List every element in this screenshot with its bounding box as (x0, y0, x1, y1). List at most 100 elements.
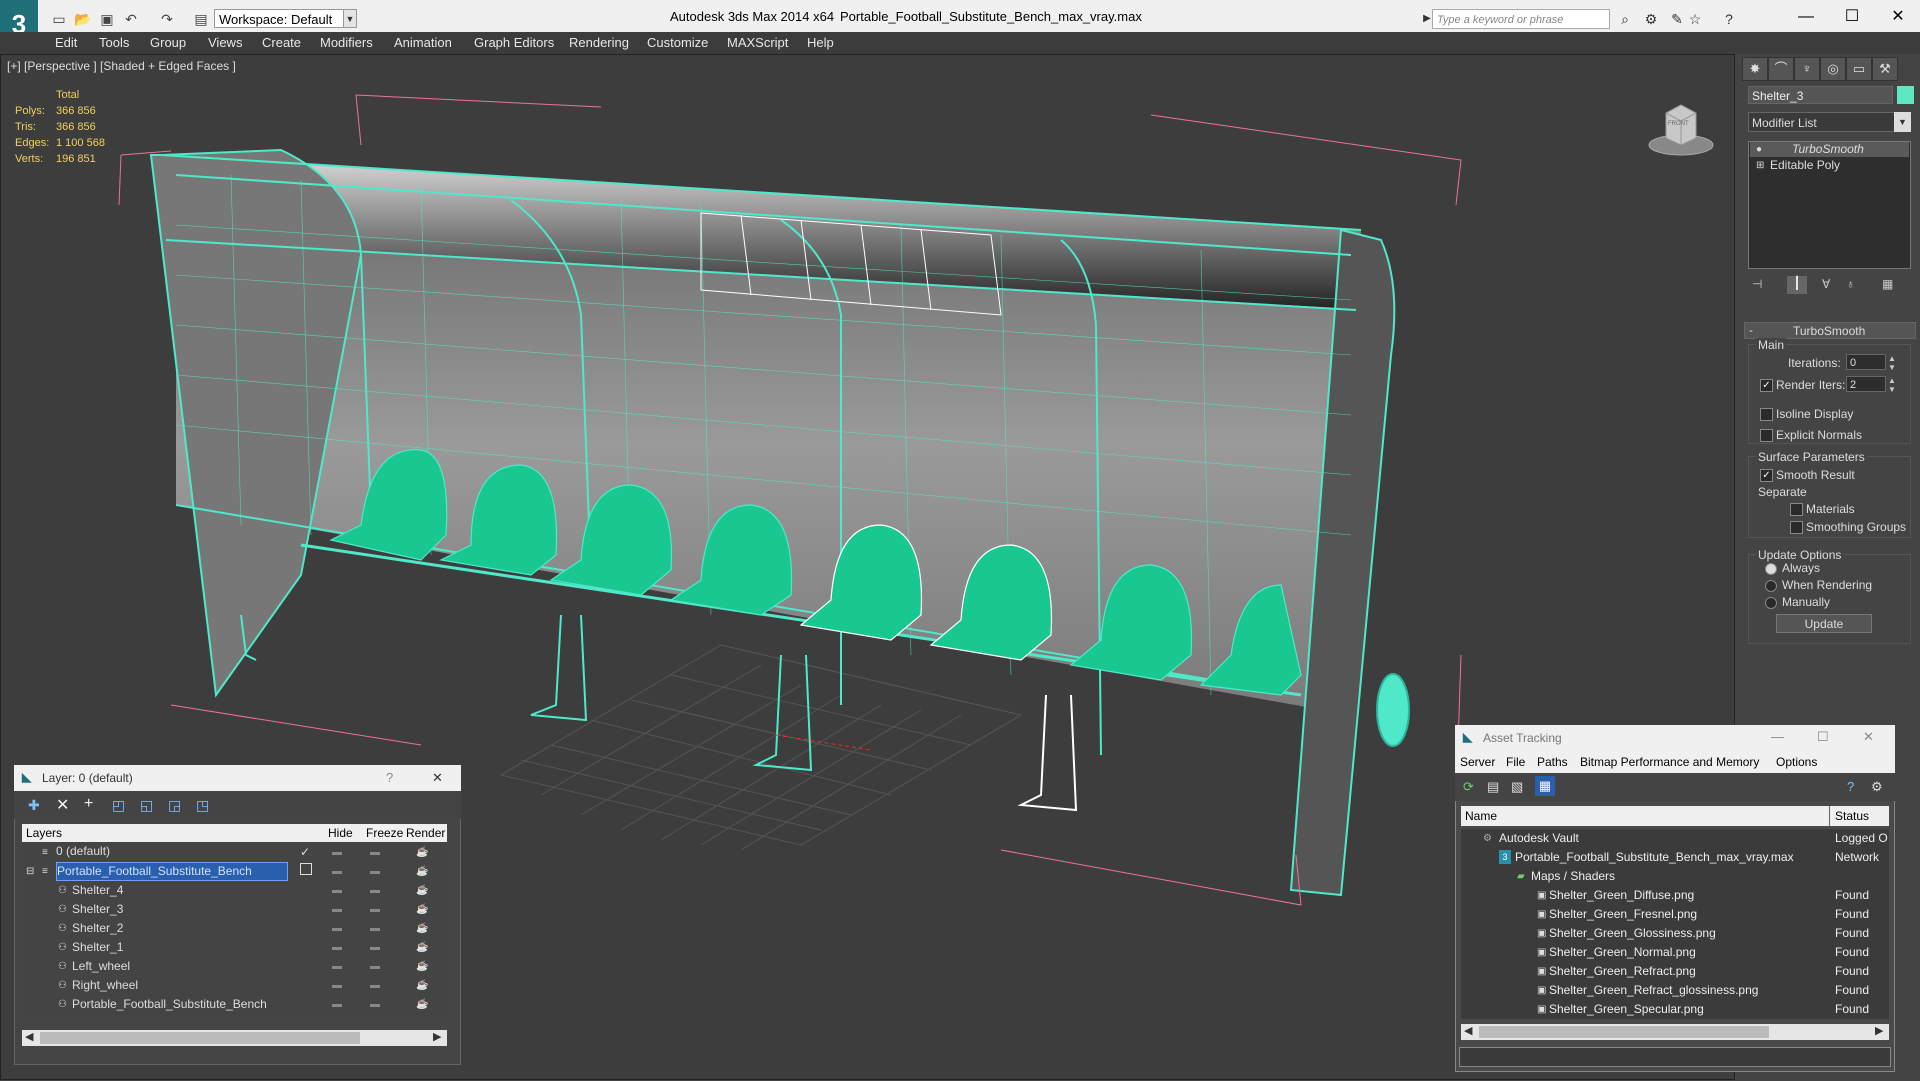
workspace-dropdown[interactable]: Workspace: Default (214, 9, 354, 28)
render-teapot-icon[interactable]: ☕ (416, 938, 428, 957)
render-teapot-icon[interactable]: ☕ (416, 995, 428, 1014)
asset-row[interactable]: ▣ Shelter_Green_Glossiness.png Found (1461, 924, 1889, 943)
hide-toggle-icon[interactable]: ▬ (332, 976, 342, 995)
menu-graph-editors[interactable]: Graph Editors (474, 35, 554, 50)
minimize-window-icon[interactable]: — (1786, 4, 1826, 30)
viewcube[interactable]: FRONT (1646, 93, 1716, 163)
render-iters-checkbox[interactable]: ✓ (1760, 379, 1773, 392)
create-tab-icon[interactable]: ✸ (1742, 57, 1768, 81)
hide-toggle-icon[interactable]: ▬ (332, 862, 342, 881)
menu-tools[interactable]: Tools (99, 35, 129, 50)
motion-tab-icon[interactable]: ◎ (1820, 57, 1846, 81)
asset-menu-options[interactable]: Options (1776, 755, 1817, 769)
communication-icon[interactable]: ✎ (1668, 10, 1686, 28)
render-teapot-icon[interactable]: ☕ (416, 976, 428, 995)
asset-row[interactable]: ▰ Maps / Shaders (1461, 867, 1889, 886)
maximize-window-icon[interactable]: ☐ (1817, 729, 1829, 745)
new-layer-icon[interactable]: ✚ (28, 797, 40, 814)
menu-rendering[interactable]: Rendering (569, 35, 629, 50)
render-teapot-icon[interactable]: ☕ (416, 957, 428, 976)
status-column-header[interactable]: Status (1835, 809, 1869, 823)
active-layer-check-icon[interactable]: ✓ (300, 843, 310, 862)
asset-row[interactable]: ▣ Shelter_Green_Specular.png Found (1461, 1000, 1889, 1019)
hide-toggle-icon[interactable]: ▬ (332, 938, 342, 957)
show-end-result-icon[interactable]: ┃ (1787, 276, 1807, 294)
chevron-down-icon[interactable]: ▼ (1894, 112, 1911, 132)
layer-object-row[interactable]: ⚇ Shelter_3 ▬ ▬ ☕ (22, 900, 447, 919)
horizontal-scrollbar[interactable]: ◀ ▶ (1461, 1024, 1889, 1040)
make-unique-icon[interactable]: ∀ (1822, 277, 1838, 293)
help-icon[interactable]: ? (386, 770, 393, 785)
project-folder-icon[interactable]: ▤ (192, 10, 210, 28)
asset-menu-server[interactable]: Server (1460, 755, 1495, 769)
freeze-toggle-icon[interactable]: ▬ (370, 938, 380, 957)
asset-menu-paths[interactable]: Paths (1537, 755, 1568, 769)
layer-object-row[interactable]: ⚇ Left_wheel ▬ ▬ ☕ (22, 957, 447, 976)
utilities-tab-icon[interactable]: ⚒ (1872, 57, 1898, 81)
layer-row[interactable]: ≡ 0 (default) ✓ ▬ ▬ ☕ (22, 843, 447, 862)
layer-object-row[interactable]: ⚇ Shelter_4 ▬ ▬ ☕ (22, 881, 447, 900)
hide-toggle-icon[interactable]: ▬ (332, 843, 342, 862)
freeze-toggle-icon[interactable]: ▬ (370, 957, 380, 976)
freeze-toggle-icon[interactable]: ▬ (370, 976, 380, 995)
freeze-toggle-icon[interactable]: ▬ (370, 862, 380, 881)
hide-toggle-icon[interactable]: ▬ (332, 900, 342, 919)
column-divider[interactable] (1829, 806, 1830, 826)
layer-row-selected[interactable]: ⊟ ≡ Portable_Football_Substitute_Bench ▬… (22, 862, 447, 881)
expand-plus-icon[interactable]: ⊞ (1756, 158, 1764, 173)
layers-column-header[interactable]: Layers (26, 826, 62, 840)
render-teapot-icon[interactable]: ☕ (416, 881, 428, 900)
menu-views[interactable]: Views (208, 35, 242, 50)
menu-create[interactable]: Create (262, 35, 301, 50)
expand-minus-icon[interactable]: ⊟ (26, 862, 34, 881)
open-file-icon[interactable]: 📂 (74, 10, 92, 28)
update-button[interactable]: Update (1776, 614, 1872, 633)
scroll-left-icon[interactable]: ◀ (25, 1030, 33, 1043)
layer-object-row[interactable]: ⚇ Right_wheel ▬ ▬ ☕ (22, 976, 447, 995)
menu-maxscript[interactable]: MAXScript (727, 35, 788, 50)
menu-help[interactable]: Help (807, 35, 834, 50)
layer-object-row[interactable]: ⚇ Portable_Football_Substitute_Bench ▬ ▬… (22, 995, 447, 1014)
manually-radio[interactable] (1765, 597, 1777, 609)
list-view-icon[interactable]: ▤ (1487, 779, 1499, 795)
close-icon[interactable]: ✕ (1863, 729, 1874, 745)
smooth-result-checkbox[interactable]: ✓ (1760, 469, 1773, 482)
maximize-window-icon[interactable]: ☐ (1832, 4, 1872, 30)
hide-toggle-icon[interactable]: ▬ (332, 919, 342, 938)
asset-menu-file[interactable]: File (1506, 755, 1525, 769)
add-to-layer-icon[interactable]: + (84, 795, 93, 813)
asset-row[interactable]: ▣ Shelter_Green_Refract_glossiness.png F… (1461, 981, 1889, 1000)
asset-row[interactable]: ▣ Shelter_Green_Fresnel.png Found (1461, 905, 1889, 924)
name-column-header[interactable]: Name (1465, 809, 1497, 823)
redo-icon[interactable]: ↷ (158, 10, 176, 28)
spinner-arrows-icon[interactable]: ▲ ▼ (1888, 354, 1896, 372)
favorites-star-icon[interactable]: ☆ (1686, 10, 1704, 28)
turbosmooth-rollout-header[interactable]: - TurboSmooth (1744, 322, 1916, 339)
render-column-header[interactable]: Render (406, 826, 445, 840)
asset-row[interactable]: ▣ Shelter_Green_Diffuse.png Found (1461, 886, 1889, 905)
isoline-display-checkbox[interactable] (1760, 408, 1773, 421)
modify-tab-icon[interactable]: ⌒ (1768, 57, 1794, 81)
render-teapot-icon[interactable]: ☕ (416, 843, 428, 862)
when-rendering-radio[interactable] (1765, 580, 1777, 592)
horizontal-scrollbar[interactable]: ◀ ▶ (22, 1030, 447, 1046)
menu-customize[interactable]: Customize (647, 35, 708, 50)
menu-group[interactable]: Group (150, 35, 186, 50)
hide-column-header[interactable]: Hide (328, 826, 353, 840)
scroll-thumb[interactable] (40, 1032, 360, 1044)
refresh-icon[interactable]: ⟳ (1463, 779, 1474, 795)
save-file-icon[interactable]: ▣ (98, 10, 116, 28)
smoothing-groups-checkbox[interactable] (1790, 521, 1803, 534)
render-iters-spinner[interactable]: 2 (1846, 376, 1886, 392)
highlight-layer-icon[interactable]: ◱ (140, 797, 153, 814)
hide-toggle-icon[interactable]: ▬ (332, 881, 342, 900)
stack-item-editable-poly[interactable]: ⊞ Editable Poly (1750, 158, 1909, 173)
freeze-column-header[interactable]: Freeze (366, 826, 403, 840)
object-name-field[interactable]: Shelter_3 (1748, 86, 1893, 104)
hide-toggle-icon[interactable]: ▬ (332, 957, 342, 976)
always-radio[interactable] (1765, 563, 1777, 575)
layer-explorer-title-bar[interactable]: ◣ Layer: 0 (default) ? ✕ (14, 765, 461, 791)
remove-modifier-icon[interactable]: ♁ (1846, 277, 1862, 293)
new-file-icon[interactable]: ▭ (50, 10, 68, 28)
asset-row[interactable]: 3 Portable_Football_Substitute_Bench_max… (1461, 848, 1889, 883)
